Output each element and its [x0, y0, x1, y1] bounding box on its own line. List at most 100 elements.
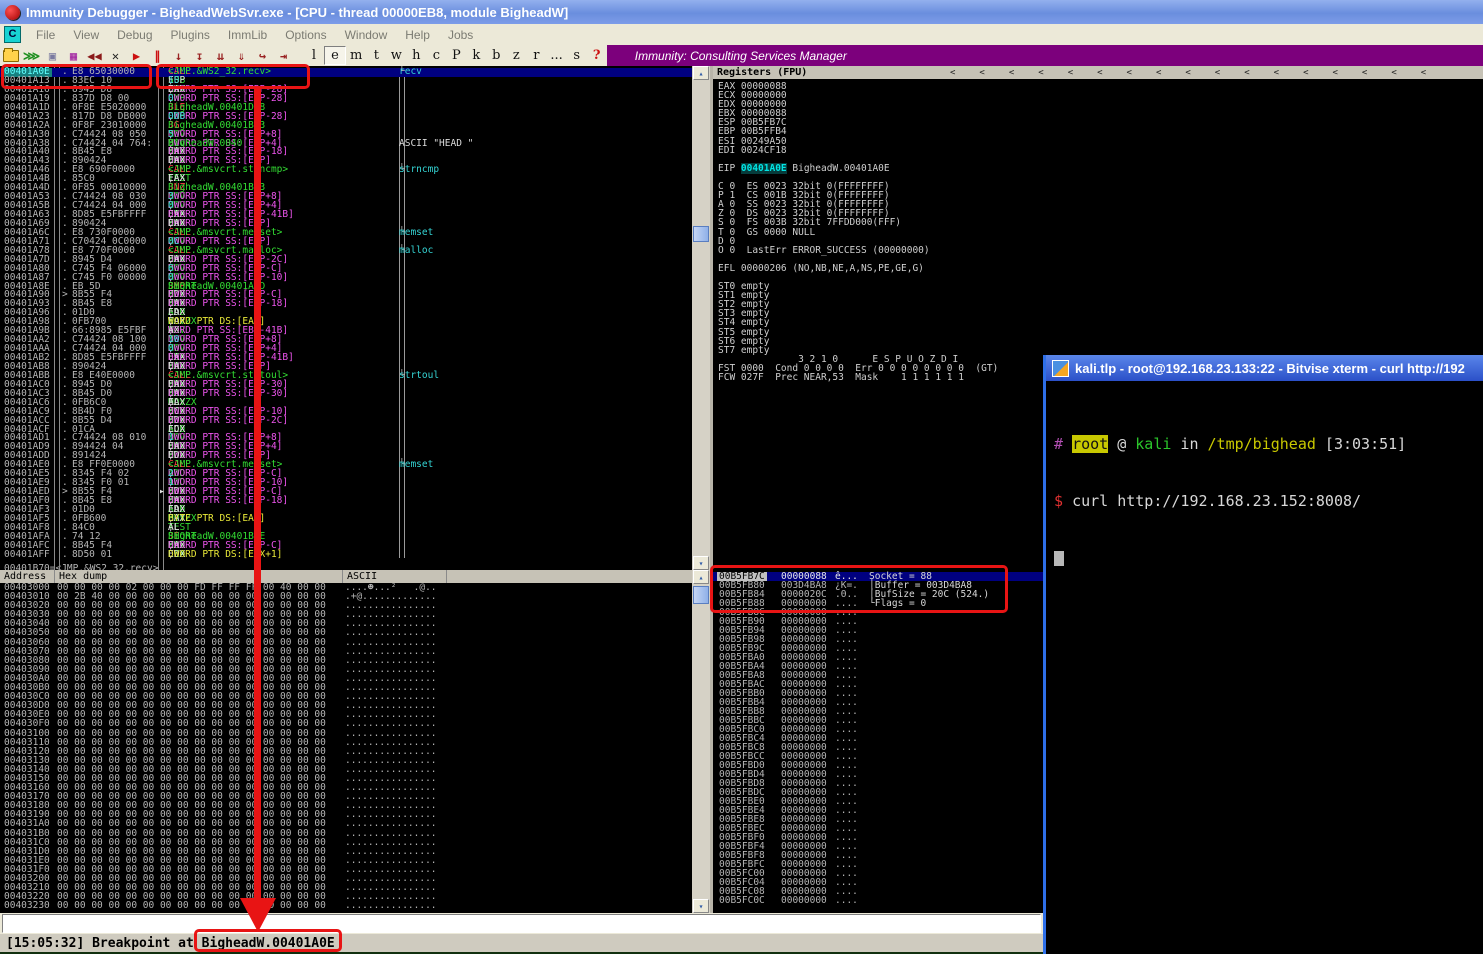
memory-window-button[interactable]: m: [346, 47, 366, 64]
register-line[interactable]: T 0 GS 0000 NULL: [713, 228, 1483, 237]
disasm-row[interactable]: 00401ACC.8B55 D4MOV EDX,DWORD PTR SS:[EB…: [0, 417, 692, 426]
register-line[interactable]: ST3 empty: [713, 309, 1483, 318]
restart-icon[interactable]: ◀◀: [84, 46, 105, 65]
stack-pane[interactable]: 00B5FB7C00000088ê...Socket = 8800B5FB800…: [713, 570, 1043, 913]
menu-item-immlib[interactable]: ImmLib: [219, 26, 276, 44]
register-line[interactable]: [713, 273, 1483, 282]
disassembly-scrollbar[interactable]: ▴ ▾: [692, 66, 710, 570]
register-line[interactable]: EFL 00000206 (NO,NB,NE,A,NS,PE,GE,G): [713, 264, 1483, 273]
animate-over-icon[interactable]: ⇓: [231, 46, 252, 65]
menu-item-window[interactable]: Window: [336, 26, 397, 44]
menu-item-plugins[interactable]: Plugins: [162, 26, 219, 44]
attach-process-icon[interactable]: ⋙: [21, 46, 42, 65]
register-line[interactable]: EAX 00000088: [713, 82, 1483, 91]
run-icon[interactable]: ▶: [126, 46, 147, 65]
windows-window-button[interactable]: w: [386, 47, 406, 64]
status-breakpoint-target: BigheadW.00401A0E: [202, 936, 335, 951]
register-line[interactable]: ECX 00000000: [713, 91, 1483, 100]
terminal-title-bar[interactable]: kali.tlp - root@192.168.23.133:22 - Bitv…: [1046, 355, 1483, 381]
command-bar: [0, 913, 1043, 934]
chevron-left-icon: <: [1274, 68, 1279, 78]
register-line[interactable]: ST1 empty: [713, 291, 1483, 300]
execute-till-return-icon[interactable]: ↪: [252, 46, 273, 65]
scroll-thumb[interactable]: [693, 586, 709, 604]
register-line[interactable]: EDX 00000000: [713, 100, 1483, 109]
chevron-left-icon: <: [1009, 68, 1014, 78]
register-line[interactable]: O 0 LastErr ERROR_SUCCESS (00000000): [713, 246, 1483, 255]
stack-row[interactable]: 00B5FC0C00000000....: [713, 896, 1043, 905]
open-file-icon[interactable]: [0, 46, 21, 65]
register-line[interactable]: ST6 empty: [713, 337, 1483, 346]
register-line[interactable]: ESI 00249A50: [713, 137, 1483, 146]
register-line[interactable]: ESP 00B5FB7C: [713, 118, 1483, 127]
terminal-user: root: [1072, 435, 1108, 453]
immlib-icon[interactable]: ▦: [63, 46, 84, 65]
register-line[interactable]: EDI 0024CF18: [713, 146, 1483, 155]
cpu-child-window-icon[interactable]: C: [4, 26, 21, 43]
help-button[interactable]: ?: [587, 47, 607, 64]
immunity-debugger-screen: Immunity Debugger - BigheadWebSvr.exe - …: [0, 0, 1483, 954]
execute-till-user-code-icon[interactable]: ⇥: [273, 46, 294, 65]
pause-icon[interactable]: ∥: [147, 46, 168, 65]
scroll-down-icon[interactable]: ▾: [693, 899, 709, 913]
handles-window-button[interactable]: h: [406, 47, 426, 64]
animate-into-icon[interactable]: ⇊: [210, 46, 231, 65]
register-line[interactable]: S 0 FS 003B 32bit 7FFDD000(FFF): [713, 218, 1483, 227]
disasm-row[interactable]: 00401A93.8B45 E8MOV EAX,DWORD PTR SS:[EB…: [0, 300, 692, 309]
disassembly-pane[interactable]: 00401A0E.E8 65030000CALL <JMP.&WS2_32.re…: [0, 66, 692, 570]
register-line[interactable]: ST0 empty: [713, 282, 1483, 291]
windows-list-icon[interactable]: ▣: [42, 46, 63, 65]
menu-item-jobs[interactable]: Jobs: [439, 26, 482, 44]
breakpoints-window-button[interactable]: b: [486, 47, 506, 64]
hexdump-pane[interactable]: Address Hex dump ASCII 0040300000 00 00 …: [0, 570, 692, 913]
step-into-icon[interactable]: ↓: [168, 46, 189, 65]
disasm-row[interactable]: 00401A46.E8 690F0000CALL <JMP.&msvcrt.st…: [0, 166, 692, 175]
register-line[interactable]: EIP 00401A0E BigheadW.00401A0E: [713, 164, 1483, 173]
terminal-body[interactable]: # root @ kali in /tmp/bighead [3:03:51] …: [1046, 381, 1483, 606]
disasm-row[interactable]: 00401AFF.8D50 01LEA EDX,DWORD PTR DS:[EA…: [0, 551, 692, 560]
step-over-icon[interactable]: ↧: [189, 46, 210, 65]
scroll-thumb[interactable]: [693, 226, 709, 242]
scroll-up-icon[interactable]: ▴: [693, 570, 709, 584]
command-input[interactable]: [2, 914, 1041, 933]
register-line[interactable]: ST5 empty: [713, 328, 1483, 337]
register-line[interactable]: ST2 empty: [713, 300, 1483, 309]
references-window-button[interactable]: r: [526, 47, 546, 64]
chevron-left-icon: <: [1127, 68, 1132, 78]
disasm-row[interactable]: 00401AF8.84C0TEST AL,AL: [0, 524, 692, 533]
scroll-up-icon[interactable]: ▴: [693, 66, 709, 80]
chevron-left-icon: <: [1332, 68, 1337, 78]
disasm-row[interactable]: 00401AF5.0FB600MOVZX EAX,BYTE PTR DS:[EA…: [0, 515, 692, 524]
disasm-row[interactable]: 00401A87.C745 F0 00000MOV DWORD PTR SS:[…: [0, 274, 692, 283]
cpu-window-button[interactable]: c: [426, 47, 446, 64]
menu-item-debug[interactable]: Debug: [108, 26, 161, 44]
call-stack-window-button[interactable]: k: [466, 47, 486, 64]
menu-item-view[interactable]: View: [64, 26, 108, 44]
executables-window-button[interactable]: e: [324, 46, 346, 65]
threads-window-button[interactable]: t: [366, 47, 386, 64]
register-line[interactable]: ST4 empty: [713, 318, 1483, 327]
menu-item-help[interactable]: Help: [396, 26, 439, 44]
title-bar[interactable]: Immunity Debugger - BigheadWebSvr.exe - …: [0, 0, 1483, 24]
menu-item-file[interactable]: File: [27, 26, 64, 44]
more-windows-button[interactable]: ...: [546, 47, 566, 64]
chevron-left-icon: <: [1421, 68, 1426, 78]
hexdump-scrollbar[interactable]: ▴ ▾: [692, 570, 710, 913]
chevron-left-icon: <: [1068, 68, 1073, 78]
seh-chain-window-button[interactable]: z: [506, 47, 526, 64]
hexdump-row[interactable]: 0040323000 00 00 00 00 00 00 00 00 00 00…: [0, 901, 692, 910]
register-line[interactable]: EBX 00000088: [713, 109, 1483, 118]
toolbar-icons: ⋙▣▦◀◀✕▶∥↓↧⇊⇓↪⇥: [0, 46, 294, 65]
script-window-button[interactable]: s: [567, 47, 587, 64]
scroll-down-icon[interactable]: ▾: [693, 556, 709, 570]
disasm-row[interactable]: 00401AF0.8B45 E8MOV EAX,DWORD PTR SS:[EB…: [0, 497, 692, 506]
chevron-left-icon: <: [1391, 68, 1396, 78]
close-program-icon[interactable]: ✕: [105, 46, 126, 65]
log-window-button[interactable]: l: [304, 47, 324, 64]
register-line[interactable]: EBP 00B5FFB4: [713, 127, 1483, 136]
collapse-chevrons[interactable]: <<<<<<<<<<<<<<<<<: [950, 66, 1426, 79]
chevron-left-icon: <: [1097, 68, 1102, 78]
menu-item-options[interactable]: Options: [276, 26, 335, 44]
patches-window-button[interactable]: P: [446, 47, 466, 64]
toolbar-letter-buttons: lemtwhcPkbzr...s?: [304, 46, 607, 65]
